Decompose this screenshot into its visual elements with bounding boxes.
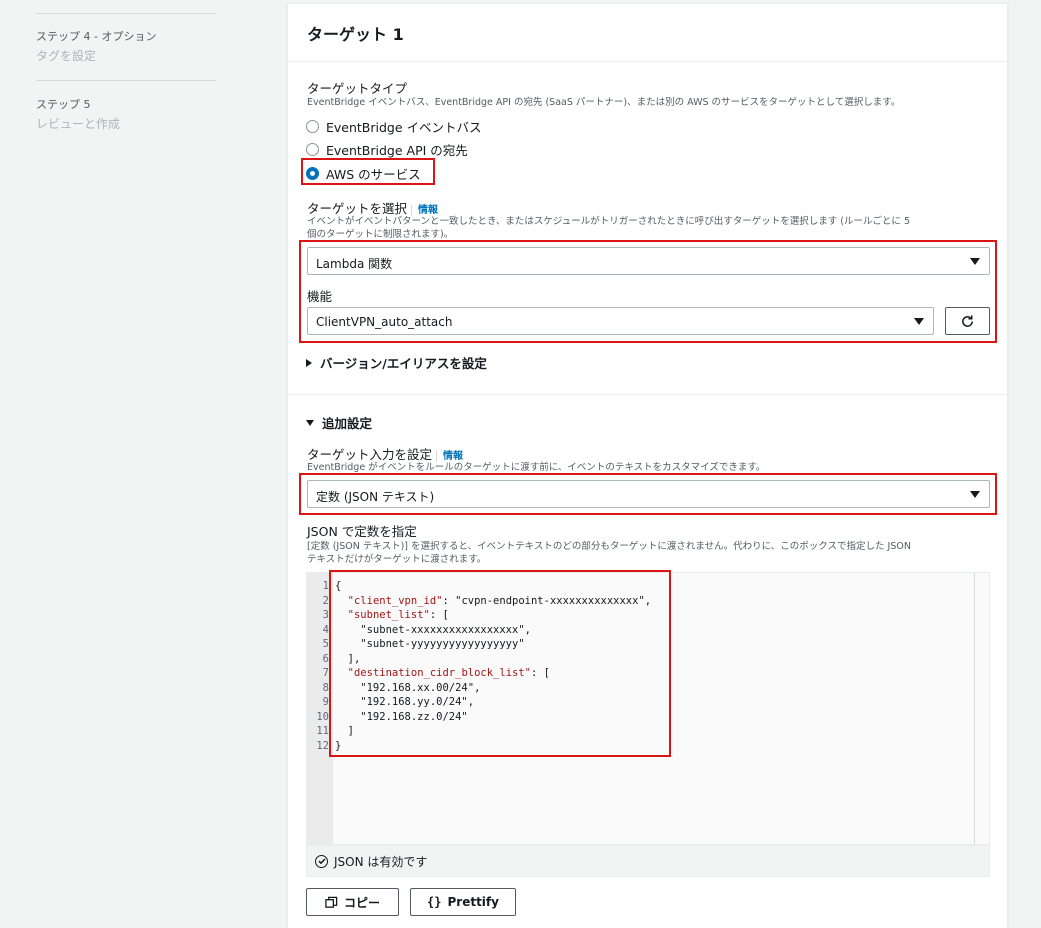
prettify-button-label: Prettify <box>447 895 499 909</box>
info-link[interactable]: 情報 <box>411 205 439 216</box>
line-number: 9 <box>322 696 329 708</box>
radio-label: EventBridge イベントバス <box>326 120 482 135</box>
nav-step5-title: レビューと作成 <box>36 117 121 131</box>
nav-divider <box>36 80 216 81</box>
radio-eventbridge-api[interactable]: EventBridge API の宛先 <box>306 140 468 159</box>
radio-button[interactable] <box>306 120 319 133</box>
copy-button-label: コピー <box>343 895 380 910</box>
version-alias-label: バージョン/エイリアスを設定 <box>320 356 487 371</box>
json-status-text: JSON は有効です <box>334 854 428 869</box>
select-target-description-1: イベントがイベントパターンと一致したとき、またはスケジュールがトリガーされたとき… <box>307 216 910 227</box>
caret-right-icon <box>306 358 312 367</box>
target-input-label: ターゲット入力を設定 情報 <box>307 444 464 463</box>
caret-down-icon <box>306 419 314 426</box>
highlight-box <box>329 570 671 757</box>
nav-divider <box>36 13 216 14</box>
editor-scrollbar[interactable] <box>974 573 975 844</box>
json-constant-description-2: テキストだけがターゲットに渡されます。 <box>307 554 487 565</box>
highlight-box <box>299 473 997 515</box>
nav-step5-label: ステップ 5 <box>36 98 91 111</box>
nav-step4-label: ステップ 4 - オプション <box>36 30 157 43</box>
json-status-bar: JSON は有効です <box>306 845 990 877</box>
target-type-description: EventBridge イベントバス、EventBridge API の宛先 (… <box>307 97 901 108</box>
info-link[interactable]: 情報 <box>436 451 464 462</box>
line-number: 11 <box>316 725 329 737</box>
line-number: 6 <box>322 652 329 665</box>
section-divider <box>288 394 1007 395</box>
radio-eventbridge-bus[interactable]: EventBridge イベントバス <box>306 117 482 136</box>
line-number: 4 <box>322 623 329 636</box>
radio-label: EventBridge API の宛先 <box>326 143 468 158</box>
wizard-nav: ステップ 4 - オプション タグを設定 ステップ 5 レビューと作成 <box>0 0 287 928</box>
line-number: 8 <box>322 681 329 694</box>
line-number: 10 <box>316 710 329 723</box>
copy-button[interactable]: コピー <box>306 888 399 916</box>
highlight-box <box>301 158 435 185</box>
line-number: 7 <box>322 667 329 679</box>
target-type-label: ターゲットタイプ <box>307 81 408 96</box>
line-number: 5 <box>322 638 329 650</box>
line-number: 12 <box>316 739 329 752</box>
json-constant-label: JSON で定数を指定 <box>307 524 417 539</box>
line-number: 2 <box>322 594 329 607</box>
braces-icon: {} <box>427 895 442 909</box>
prettify-button[interactable]: {} Prettify <box>410 888 516 916</box>
radio-button[interactable] <box>306 143 319 156</box>
panel-title: ターゲット 1 <box>307 25 404 44</box>
copy-icon <box>325 896 338 908</box>
page: ステップ 4 - オプション タグを設定 ステップ 5 レビューと作成 ターゲッ… <box>0 0 1041 928</box>
panel-header: ターゲット 1 <box>288 4 1007 62</box>
check-circle-icon <box>315 854 328 868</box>
select-target-label: ターゲットを選択 情報 <box>307 198 439 217</box>
line-number: 1 <box>322 580 329 592</box>
json-constant-description-1: [定数 (JSON テキスト)] を選択すると、イベントテキストのどの部分もター… <box>307 541 911 552</box>
nav-step4-title: タグを設定 <box>36 49 97 63</box>
target-panel: ターゲット 1 ターゲットタイプ EventBridge イベントバス、Even… <box>287 3 1008 928</box>
additional-settings-label: 追加設定 <box>322 416 373 431</box>
highlight-box <box>299 240 997 343</box>
additional-settings-expander[interactable]: 追加設定 <box>306 413 372 432</box>
line-number: 3 <box>322 609 329 621</box>
version-alias-expander[interactable]: バージョン/エイリアスを設定 <box>306 353 487 372</box>
target-input-label-text: ターゲット入力を設定 <box>307 447 433 462</box>
select-target-label-text: ターゲットを選択 <box>307 201 408 216</box>
